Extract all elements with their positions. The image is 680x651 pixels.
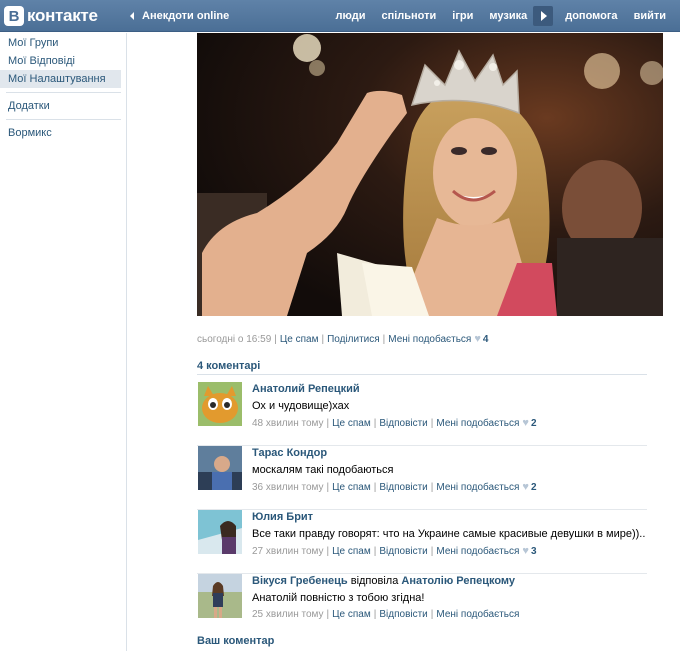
top-header: В контакте Анекдоти online люди спільнот…: [0, 0, 680, 32]
post-meta: сьогодні о 16:59 | Це спам | Поділитися | Мені…: [197, 333, 489, 345]
sidebar-item-my-groups[interactable]: Мої Групи: [0, 34, 121, 52]
avatar[interactable]: [198, 510, 242, 554]
comment-like-link[interactable]: Мені подобається: [436, 418, 519, 429]
play-icon: [541, 11, 548, 21]
back-arrow-icon: [130, 12, 134, 20]
comment-like-link[interactable]: Мені подобається: [436, 609, 519, 620]
comment-spam-link[interactable]: Це спам: [332, 418, 371, 429]
music-play-button[interactable]: [533, 6, 554, 26]
sidebar-item-my-settings[interactable]: Мої Налаштування: [0, 70, 121, 88]
comment-item: Анатолий Репецкий Ох и чудовище)хах 48 х…: [197, 382, 647, 446]
heart-icon: ♥: [474, 333, 481, 345]
nav-communities[interactable]: спільноти: [381, 10, 436, 22]
comment-text: Ох и чудовище)хах: [252, 400, 350, 412]
comment-like-link[interactable]: Мені подобається: [436, 482, 519, 493]
comment-like-link[interactable]: Мені подобається: [436, 546, 519, 557]
comment-spam-link[interactable]: Це спам: [332, 546, 371, 557]
comment-author[interactable]: Тарас Кондор: [252, 447, 327, 459]
post-time: сьогодні о 16:59: [197, 334, 272, 345]
back-link[interactable]: Анекдоти online: [130, 0, 229, 32]
logo-letter: В: [4, 6, 24, 26]
avatar-image: [198, 382, 242, 426]
avatar-image: [198, 446, 242, 490]
heart-icon: ♥: [522, 545, 529, 557]
comment-meta: 48 хвилин тому | Це спам | Відповісти | Мені п…: [252, 417, 537, 429]
post-photo-image: [197, 33, 663, 316]
post-like-link[interactable]: Мені подобається: [388, 334, 471, 345]
nav-people[interactable]: люди: [335, 10, 365, 22]
post-photo[interactable]: [197, 33, 663, 316]
comment-time: 27 хвилин тому: [252, 546, 324, 557]
comment-item: Юлия Брит Все таки правду говорят: что н…: [197, 510, 647, 574]
comment-spam-link[interactable]: Це спам: [332, 609, 371, 620]
comments-title: 4 коментарі: [197, 360, 647, 375]
sidebar-item-my-answers[interactable]: Мої Відповіді: [0, 52, 121, 70]
comment-author-line: Вікуся Гребенець відповіла Анатолію Репе…: [252, 575, 515, 587]
comment-text: москалям такі подобаються: [252, 464, 394, 476]
comment-time: 48 хвилин тому: [252, 418, 324, 429]
heart-icon: ♥: [522, 417, 529, 429]
top-nav: люди спільноти ігри музика допомога вийт…: [319, 0, 666, 32]
comment-reply-link[interactable]: Відповісти: [379, 482, 427, 493]
comment-time: 25 хвилин тому: [252, 609, 324, 620]
vk-logo[interactable]: В контакте: [4, 5, 98, 27]
post-like-count: 4: [482, 334, 489, 345]
comment-spam-link[interactable]: Це спам: [332, 482, 371, 493]
comment-like-count: 2: [530, 482, 537, 493]
back-label: Анекдоти online: [142, 10, 230, 22]
reply-word: відповіла: [350, 575, 399, 587]
comment-author[interactable]: Юлия Брит: [252, 511, 313, 523]
comment-item: Тарас Кондор москалям такі подобаються 3…: [197, 446, 647, 510]
comment-time: 36 хвилин тому: [252, 482, 324, 493]
avatar-image: [198, 510, 242, 554]
heart-icon: ♥: [522, 481, 529, 493]
comment-item: Вікуся Гребенець відповіла Анатолію Репе…: [197, 574, 647, 638]
logo-text: контакте: [27, 6, 98, 25]
comment-text: Анатолій повністю з тобою згідна!: [252, 592, 425, 604]
nav-music[interactable]: музика: [489, 10, 527, 22]
avatar[interactable]: [198, 446, 242, 490]
your-comment-label: Ваш коментар: [197, 635, 275, 647]
reply-to-author[interactable]: Анатолію Репецкому: [401, 575, 515, 587]
nav-help[interactable]: допомога: [565, 10, 617, 22]
comment-reply-link[interactable]: Відповісти: [379, 418, 427, 429]
sidebar-divider: [6, 119, 121, 120]
post-spam-link[interactable]: Це спам: [280, 334, 319, 345]
comment-reply-link[interactable]: Відповісти: [379, 546, 427, 557]
comment-meta: 36 хвилин тому | Це спам | Відповісти | Мені п…: [252, 481, 537, 493]
comment-text: Все таки правду говорят: что на Украине …: [252, 528, 646, 540]
comment-meta: 25 хвилин тому | Це спам | Відповісти | Мені п…: [252, 609, 520, 620]
sidebar-item-wormix[interactable]: Вормикс: [0, 124, 121, 142]
avatar[interactable]: [198, 574, 242, 618]
comment-like-count: 2: [530, 418, 537, 429]
comment-meta: 27 хвилин тому | Це спам | Відповісти | Мені п…: [252, 545, 537, 557]
left-sidebar: Мої Групи Мої Відповіді Мої Налаштування…: [0, 33, 127, 651]
sidebar-divider: [6, 92, 121, 93]
post-share-link[interactable]: Поділитися: [327, 334, 380, 345]
comment-author[interactable]: Анатолий Репецкий: [252, 383, 360, 395]
sidebar-item-apps[interactable]: Додатки: [0, 97, 121, 115]
comment-author[interactable]: Вікуся Гребенець: [252, 575, 348, 587]
comment-reply-link[interactable]: Відповісти: [379, 609, 427, 620]
nav-logout[interactable]: вийти: [634, 10, 666, 22]
nav-games[interactable]: ігри: [452, 10, 473, 22]
avatar-image: [198, 574, 242, 618]
avatar[interactable]: [198, 382, 242, 426]
comment-like-count: 3: [530, 546, 537, 557]
